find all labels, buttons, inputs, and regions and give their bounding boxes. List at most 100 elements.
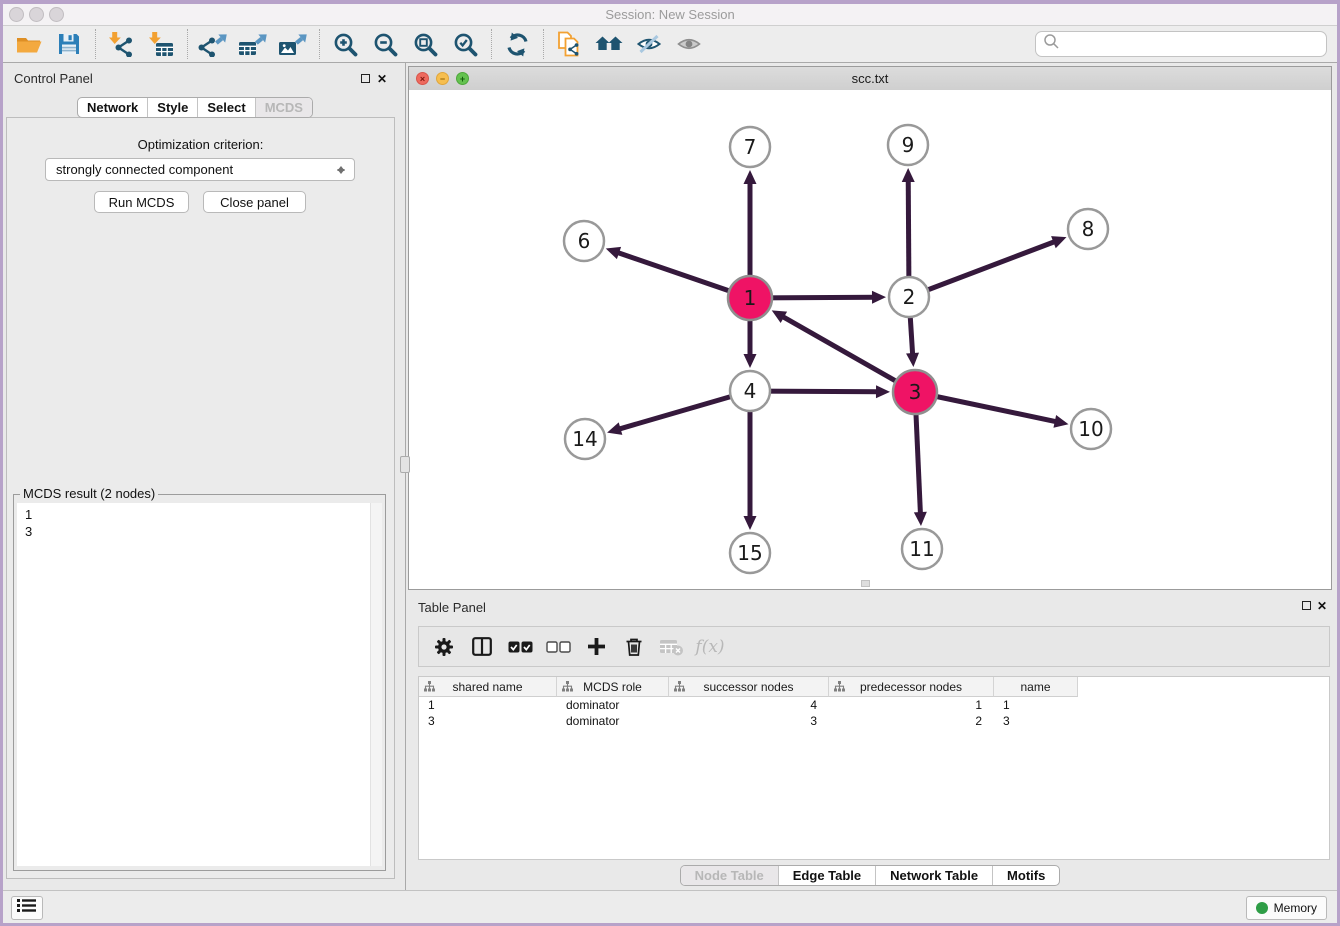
column-header-label: name xyxy=(1020,680,1050,694)
delete-column-icon[interactable] xyxy=(615,632,653,662)
column-header-shared-name[interactable]: shared name xyxy=(419,677,557,697)
table-panel-title: Table Panel xyxy=(418,600,486,615)
cell-successor-nodes[interactable]: 3 xyxy=(669,713,829,729)
search-icon xyxy=(1043,33,1060,55)
save-session-icon[interactable] xyxy=(52,29,86,59)
graph-node-label-2: 2 xyxy=(903,285,916,309)
show-all-icon[interactable] xyxy=(672,29,706,59)
minimize-window-button[interactable]: − xyxy=(436,72,449,85)
cell-mcds-role[interactable]: dominator xyxy=(557,713,669,729)
close-window-button[interactable]: × xyxy=(416,72,429,85)
edge-3-1[interactable] xyxy=(780,315,915,392)
cell-shared-name[interactable]: 1 xyxy=(419,697,557,713)
network-window-titlebar[interactable]: ×−+ scc.txt xyxy=(409,67,1331,91)
column-header-label: predecessor nodes xyxy=(860,680,962,694)
tab-edge-table[interactable]: Edge Table xyxy=(778,866,875,885)
edge-arrow-2-8 xyxy=(1051,236,1066,248)
graph-node-label-10: 10 xyxy=(1078,417,1103,441)
table-row[interactable]: 1dominator411 xyxy=(419,697,1329,713)
toolbar-separator xyxy=(543,29,545,59)
tab-network-table[interactable]: Network Table xyxy=(875,866,992,885)
edge-arrow-2-3 xyxy=(906,353,919,367)
cell-predecessor-nodes[interactable]: 1 xyxy=(829,697,994,713)
tab-motifs[interactable]: Motifs xyxy=(992,866,1059,885)
canvas-splitter-handle[interactable] xyxy=(861,580,870,587)
network-window-title: scc.txt xyxy=(409,71,1331,86)
graph-node-label-3: 3 xyxy=(909,380,922,404)
criterion-select-value: strongly connected component xyxy=(56,162,233,177)
edge-arrow-4-15 xyxy=(744,516,757,530)
column-header-label: successor nodes xyxy=(703,680,793,694)
mcds-result-text[interactable]: 13 xyxy=(17,503,370,866)
toolbar-separator xyxy=(95,29,97,59)
toolbar-separator xyxy=(491,29,493,59)
tab-mcds[interactable]: MCDS xyxy=(255,98,312,117)
memory-status-icon xyxy=(1256,902,1268,914)
cell-name[interactable]: 1 xyxy=(994,697,1078,713)
column-layout-icon[interactable] xyxy=(463,632,501,662)
panel-splitter-handle[interactable] xyxy=(400,456,410,473)
search-input[interactable] xyxy=(1064,36,1326,53)
zoom-selected-icon[interactable] xyxy=(448,29,482,59)
control-panel-close-button[interactable]: ✕ xyxy=(377,73,387,85)
network-canvas-host[interactable]: 7968124314101511 xyxy=(409,90,1331,589)
result-scrollbar[interactable] xyxy=(370,503,382,866)
select-all-checks-icon[interactable] xyxy=(501,632,539,662)
tab-network[interactable]: Network xyxy=(78,98,147,117)
close-panel-button[interactable]: Close panel xyxy=(203,191,306,213)
refresh-layout-icon[interactable] xyxy=(500,29,534,59)
table-row[interactable]: 3dominator323 xyxy=(419,713,1329,729)
control-panel-float-button[interactable] xyxy=(361,74,370,83)
zoom-in-icon[interactable] xyxy=(328,29,362,59)
column-header-name[interactable]: name xyxy=(994,677,1078,697)
table-panel-close-button[interactable]: ✕ xyxy=(1317,600,1327,612)
cell-shared-name[interactable]: 3 xyxy=(419,713,557,729)
add-column-icon[interactable] xyxy=(577,632,615,662)
result-line: 3 xyxy=(25,523,370,540)
edge-arrow-1-4 xyxy=(744,354,757,368)
zoom-out-icon[interactable] xyxy=(368,29,402,59)
first-neighbors-icon[interactable] xyxy=(592,29,626,59)
tab-select[interactable]: Select xyxy=(197,98,254,117)
criterion-select[interactable]: strongly connected component xyxy=(45,158,355,181)
column-header-mcds-role[interactable]: MCDS role xyxy=(557,677,669,697)
import-table-icon[interactable] xyxy=(144,29,178,59)
open-session-icon[interactable] xyxy=(12,29,46,59)
edge-arrow-2-9 xyxy=(902,168,915,182)
export-network-icon[interactable] xyxy=(196,29,230,59)
delete-table-icon xyxy=(653,632,691,662)
clone-network-icon[interactable] xyxy=(552,29,586,59)
task-history-button[interactable] xyxy=(11,896,43,920)
column-header-predecessor-nodes[interactable]: predecessor nodes xyxy=(829,677,994,697)
tab-style[interactable]: Style xyxy=(147,98,197,117)
export-table-icon[interactable] xyxy=(236,29,270,59)
mcds-result-title: MCDS result (2 nodes) xyxy=(20,486,158,501)
table-panel-float-button[interactable] xyxy=(1302,601,1311,610)
graph-node-label-15: 15 xyxy=(737,541,762,565)
graph-node-label-9: 9 xyxy=(902,133,915,157)
table-panel-tabs: Node TableEdge TableNetwork TableMotifs xyxy=(680,865,1061,886)
node-table: shared nameMCDS role successor nodes prede… xyxy=(418,676,1330,860)
list-icon xyxy=(17,898,37,918)
search-box[interactable] xyxy=(1035,31,1327,57)
zoom-fit-icon[interactable] xyxy=(408,29,442,59)
network-graph[interactable]: 7968124314101511 xyxy=(409,90,1331,589)
clear-checks-icon[interactable] xyxy=(539,632,577,662)
hide-selected-icon[interactable] xyxy=(632,29,666,59)
tab-node-table[interactable]: Node Table xyxy=(681,866,778,885)
column-header-successor-nodes[interactable]: successor nodes xyxy=(669,677,829,697)
import-network-icon[interactable] xyxy=(104,29,138,59)
cell-successor-nodes[interactable]: 4 xyxy=(669,697,829,713)
table-body: 1dominator4113dominator323 xyxy=(419,697,1329,729)
control-panel-title: Control Panel xyxy=(14,71,93,86)
export-image-icon[interactable] xyxy=(276,29,310,59)
edge-2-8[interactable] xyxy=(909,240,1058,297)
cell-mcds-role[interactable]: dominator xyxy=(557,697,669,713)
settings-gear-icon[interactable] xyxy=(425,632,463,662)
run-mcds-button[interactable]: Run MCDS xyxy=(94,191,189,213)
zoom-window-button[interactable]: + xyxy=(456,72,469,85)
panel-splitter[interactable] xyxy=(405,63,406,890)
memory-button[interactable]: Memory xyxy=(1246,896,1327,920)
cell-name[interactable]: 3 xyxy=(994,713,1078,729)
cell-predecessor-nodes[interactable]: 2 xyxy=(829,713,994,729)
